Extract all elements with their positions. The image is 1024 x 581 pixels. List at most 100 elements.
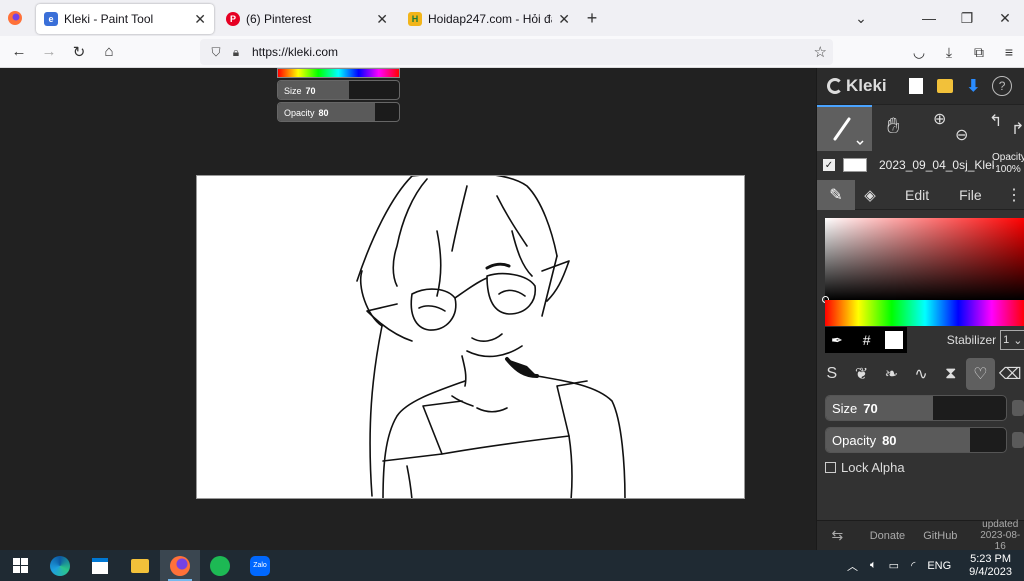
language-indicator[interactable]: ENG (927, 560, 951, 572)
firefox-taskbar-icon[interactable] (160, 550, 200, 581)
home-icon[interactable]: ⌂ (94, 37, 124, 67)
spotify-icon[interactable] (200, 550, 240, 581)
layer-preview-row: ✓ 2023_09_04_0sj_Kleki.p Opacity100% (817, 150, 1024, 180)
lock-alpha-checkbox[interactable] (825, 462, 836, 473)
new-tab-icon[interactable]: + (578, 4, 606, 32)
color-controls: ✒ # Stabilizer 1 ⌄ (825, 326, 1024, 354)
tab-edit[interactable]: Edit (905, 187, 929, 203)
saturation-value-picker[interactable] (822, 218, 1024, 303)
tab-hoidap247[interactable]: H Hoidap247.com - Hỏi đáp bài tậ ✕ (400, 4, 578, 34)
wifi-icon[interactable]: ◜ (911, 559, 915, 572)
tab-title: Kleki - Paint Tool (64, 12, 154, 26)
tab-brush[interactable]: ✎ (817, 179, 855, 210)
extensions-icon[interactable]: ⧉ (964, 44, 994, 61)
smudge-brush-icon[interactable]: ♡ (965, 358, 996, 390)
reload-icon[interactable]: ↻ (64, 37, 94, 67)
float-size-slider[interactable]: Size 70 (277, 80, 400, 100)
stabilizer-select[interactable]: 1 ⌄ (1000, 330, 1024, 350)
updated-note: updated 2023-08-16 (980, 519, 1021, 552)
pinterest-favicon-icon: P (226, 12, 240, 26)
blend-brush-icon[interactable]: ❦ (847, 358, 877, 390)
edge-icon[interactable] (40, 550, 80, 581)
restore-icon[interactable]: ❐ (948, 10, 986, 27)
kleki-app: Size 70 Opacity 80 Kleki ⬇ ? ✋︎ ⊕ ⊖ ↰ ↱ … (0, 68, 1024, 552)
zoom-out-icon[interactable]: ⊖ (955, 125, 968, 145)
new-image-icon[interactable] (908, 78, 923, 94)
undo-icon[interactable]: ↰ (989, 111, 1002, 131)
start-button[interactable] (0, 550, 40, 581)
hex-input-button[interactable]: # (863, 332, 871, 348)
drawing-canvas[interactable] (196, 175, 745, 499)
pixel-brush-icon[interactable]: ∿ (906, 358, 936, 390)
downloads-icon[interactable]: ⤓ (934, 44, 964, 61)
github-link[interactable]: GitHub (923, 530, 957, 542)
minimize-icon[interactable]: — (910, 10, 948, 26)
tab-kleki[interactable]: e Kleki - Paint Tool ✕ (36, 4, 214, 34)
pen-brush-icon[interactable]: S (817, 358, 847, 390)
main-tools: ✋︎ ⊕ ⊖ ↰ ↱ (817, 104, 1024, 151)
slider-label: Opacity 80 (284, 108, 329, 118)
size-edit-icon[interactable] (1012, 400, 1024, 416)
bookmark-star-icon[interactable]: ☆ (814, 43, 827, 61)
store-icon[interactable] (80, 550, 120, 581)
redo-icon[interactable]: ↱ (1011, 119, 1024, 139)
donate-link[interactable]: Donate (870, 530, 905, 542)
battery-icon[interactable]: ▭ (889, 559, 899, 572)
windows-taskbar: Zalo ︿ 🔈︎ ▭ ◜ ENG 5:23 PM 9/4/2023 (0, 550, 1024, 581)
float-opacity-slider[interactable]: Opacity 80 (277, 102, 400, 122)
url-bar[interactable]: ⛉ 🔒︎ https://kleki.com ☆ (200, 39, 833, 65)
file-explorer-icon[interactable] (120, 550, 160, 581)
list-all-tabs-icon[interactable]: ⌄ (842, 10, 880, 27)
pocket-icon[interactable]: ◡ (904, 44, 934, 61)
clock[interactable]: 5:23 PM 9/4/2023 (963, 553, 1018, 579)
eraser-icon[interactable]: ⌫ (995, 358, 1024, 390)
tab-file[interactable]: File (959, 187, 982, 203)
slider-label: Size 70 (832, 401, 878, 416)
close-tab-icon[interactable]: ✕ (558, 11, 570, 28)
layer-name[interactable]: 2023_09_04_0sj_Kleki.p (879, 158, 994, 172)
layer-thumbnail[interactable] (843, 158, 867, 172)
close-window-icon[interactable]: ✕ (986, 10, 1024, 27)
show-hidden-icons-icon[interactable]: ︿ (847, 558, 858, 574)
help-icon[interactable]: ? (992, 76, 1013, 96)
forward-arrow-icon[interactable]: → (34, 37, 64, 67)
shield-icon[interactable]: ⛉ (206, 45, 226, 60)
panel-header: Kleki ⬇ ? (817, 68, 1024, 104)
hue-slider[interactable] (825, 300, 1024, 326)
tab-layers-icon[interactable]: ◈ (855, 186, 885, 204)
menu-icon[interactable]: ≡ (994, 44, 1024, 60)
tab-title: Hoidap247.com - Hỏi đáp bài tậ (428, 12, 552, 26)
url-text[interactable]: https://kleki.com (252, 45, 338, 59)
lock-alpha-label: Lock Alpha (841, 460, 905, 475)
opacity-edit-icon[interactable] (1012, 432, 1024, 448)
color-box: ✒ # (825, 327, 907, 353)
hoidap-favicon-icon: H (408, 12, 422, 26)
close-tab-icon[interactable]: ✕ (376, 11, 388, 28)
volume-icon[interactable]: 🔈︎ (870, 559, 877, 572)
eyedropper-icon[interactable]: ✒ (831, 332, 843, 349)
swap-panel-side-icon[interactable]: ⇆ (817, 527, 858, 544)
hand-tool-icon[interactable]: ✋︎ (887, 113, 900, 139)
opacity-slider[interactable]: Opacity 80 (825, 427, 1007, 453)
zalo-icon[interactable]: Zalo (240, 550, 280, 581)
open-folder-icon[interactable] (936, 79, 953, 93)
layer-visibility-checkbox[interactable]: ✓ (823, 159, 835, 171)
lock-alpha-toggle[interactable]: Lock Alpha (825, 460, 905, 475)
chemy-brush-icon[interactable]: ⧗ (936, 358, 966, 390)
more-options-icon[interactable]: ⋮ (1006, 185, 1022, 205)
floating-brush-panel: Size 70 Opacity 80 (277, 68, 400, 122)
secondary-color-swatch[interactable] (884, 331, 903, 349)
brush-tool-button[interactable] (817, 105, 872, 151)
tab-pinterest[interactable]: P (6) Pinterest ✕ (218, 4, 396, 34)
close-tab-icon[interactable]: ✕ (194, 11, 206, 28)
back-arrow-icon[interactable]: ← (4, 37, 34, 67)
panel-tabs: ✎ ◈ Edit File ⋮ (817, 179, 1024, 210)
zoom-in-icon[interactable]: ⊕ (933, 109, 946, 129)
firefox-menu-icon[interactable] (0, 0, 30, 36)
sketchy-brush-icon[interactable]: ❧ (876, 358, 906, 390)
save-download-icon[interactable]: ⬇ (967, 76, 980, 96)
mini-hue-bar[interactable] (277, 68, 400, 78)
lock-icon[interactable]: 🔒︎ (226, 45, 246, 60)
size-slider[interactable]: Size 70 (825, 395, 1007, 421)
chevron-down-icon: ⌄ (1013, 334, 1023, 347)
